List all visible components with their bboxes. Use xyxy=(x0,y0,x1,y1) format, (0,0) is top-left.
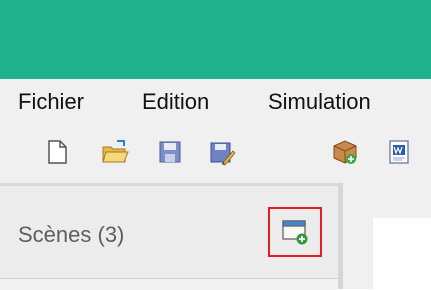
save-as-icon xyxy=(210,142,236,166)
open-button[interactable] xyxy=(100,137,130,167)
menu-simulation[interactable]: Simulation xyxy=(268,89,371,115)
add-scene-button[interactable] xyxy=(268,207,322,257)
menu-edition[interactable]: Edition xyxy=(142,89,209,115)
window-titlebar xyxy=(0,0,431,79)
open-folder-icon xyxy=(102,140,129,163)
workspace-area xyxy=(343,183,431,289)
add-scene-icon xyxy=(282,220,308,245)
scenes-list-area xyxy=(0,278,338,290)
save-button[interactable] xyxy=(155,137,185,167)
word-export-button[interactable] xyxy=(384,137,414,167)
new-document-button[interactable] xyxy=(42,137,72,167)
save-as-button[interactable] xyxy=(207,137,237,167)
toolbar xyxy=(0,125,431,183)
save-icon xyxy=(159,141,181,163)
word-document-icon xyxy=(389,140,409,164)
scenes-panel-title: Scènes (3) xyxy=(18,222,125,247)
menu-bar: Fichier Edition Simulation xyxy=(0,79,431,125)
package-export-button[interactable] xyxy=(330,137,360,167)
package-export-icon xyxy=(333,140,357,164)
workspace-canvas[interactable] xyxy=(373,218,431,289)
menu-fichier[interactable]: Fichier xyxy=(18,89,84,115)
new-document-icon xyxy=(48,140,67,164)
scenes-panel-header: Scènes (3) xyxy=(0,186,338,278)
